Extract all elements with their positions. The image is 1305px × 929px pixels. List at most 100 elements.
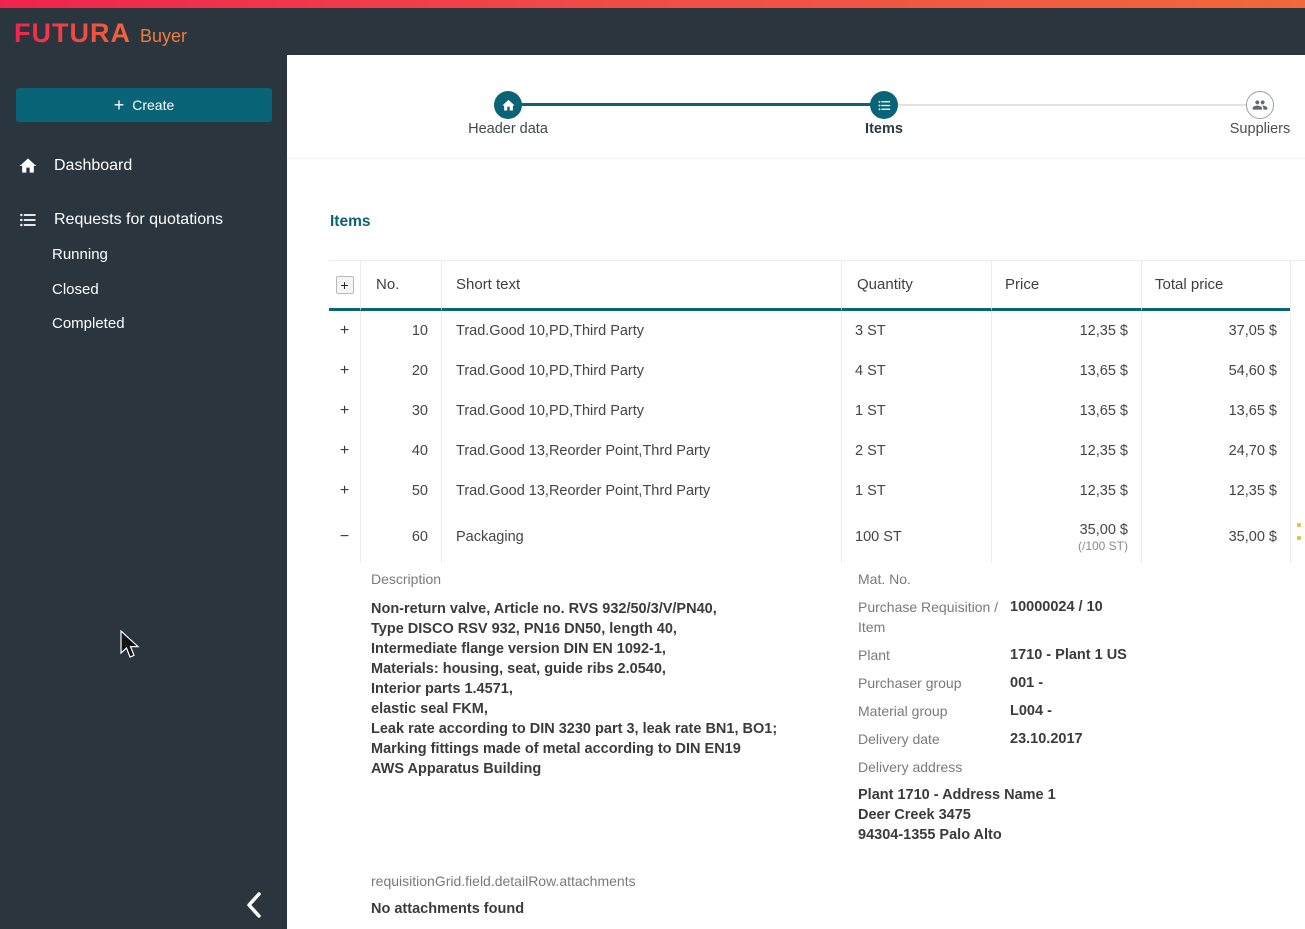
row-total-price: 12,35 $ xyxy=(1141,471,1290,511)
row-price-unit: (/100 ST) xyxy=(1077,538,1128,553)
step-items[interactable] xyxy=(870,91,898,119)
detail-fields-block: Mat. No. Purchase Requisition / Item 100… xyxy=(858,565,1298,845)
row-truncated-cell xyxy=(1290,391,1305,431)
expand-row-button[interactable]: + xyxy=(340,402,349,420)
app-logo: FUTURA Buyer xyxy=(14,18,187,49)
home-icon xyxy=(19,158,37,173)
expand-all-button[interactable]: + xyxy=(335,275,354,294)
table-row: + 50 Trad.Good 13,Reorder Point,Thrd Par… xyxy=(329,471,1305,511)
row-price: 13,65 $ xyxy=(991,351,1141,391)
plus-icon: + xyxy=(113,95,125,115)
table-row-expanded: − 60 Packaging 100 ST 35,00 $ (/100 ST) … xyxy=(329,511,1305,563)
field-delivery-address: Delivery address xyxy=(858,759,963,775)
main-content: Header data Items Suppliers Items + No. … xyxy=(287,55,1305,929)
row-quantity: 100 ST xyxy=(841,511,991,563)
step-label-suppliers: Suppliers xyxy=(1229,121,1291,137)
description-text: Non-return valve, Article no. RVS 932/50… xyxy=(371,601,778,777)
row-no: 40 xyxy=(360,431,441,471)
table-row: + 10 Trad.Good 10,PD,Third Party 3 ST 12… xyxy=(329,311,1305,351)
row-no: 30 xyxy=(360,391,441,431)
row-price-value: 35,00 $ xyxy=(1079,521,1128,538)
expand-row-button[interactable]: + xyxy=(340,362,349,380)
sidebar-item-dashboard[interactable]: Dashboard xyxy=(0,150,287,182)
sidebar-subitem-completed[interactable]: Completed xyxy=(52,309,125,337)
items-section-title: Items xyxy=(330,213,371,230)
field-delivery-date: Delivery date 23.10.2017 xyxy=(858,731,1083,747)
column-header-truncated xyxy=(1290,261,1305,311)
expand-row-button[interactable]: + xyxy=(340,482,349,500)
row-total-price: 54,60 $ xyxy=(1141,351,1290,391)
row-price: 12,35 $ xyxy=(991,431,1141,471)
collapse-sidebar-button[interactable] xyxy=(238,887,270,923)
row-quantity: 4 ST xyxy=(841,351,991,391)
step-header-data[interactable] xyxy=(494,91,522,119)
attachments-block: requisitionGrid.field.detailRow.attachme… xyxy=(371,867,636,919)
items-table: + No. Short text Quantity Price Total pr… xyxy=(329,260,1305,566)
collapse-row-button[interactable]: − xyxy=(340,528,349,546)
top-gradient-bar xyxy=(0,0,1305,8)
row-total-price: 35,00 $ xyxy=(1141,511,1290,563)
header-expander-cell: + xyxy=(329,261,360,311)
row-quantity: 3 ST xyxy=(841,311,991,351)
detail-description-block: Description Non-return valve, Article no… xyxy=(371,565,851,779)
row-price: 13,65 $ xyxy=(991,391,1141,431)
description-label: Description xyxy=(371,571,442,587)
sidebar: FUTURA Buyer + Create Dashboard Requests… xyxy=(0,8,287,929)
row-truncated-cell xyxy=(1290,311,1305,351)
stepper-connector-todo xyxy=(884,104,1260,106)
row-no: 10 xyxy=(360,311,441,351)
list-icon xyxy=(878,100,890,110)
column-header-total-price: Total price xyxy=(1141,261,1290,311)
row-quantity: 1 ST xyxy=(841,391,991,431)
field-purchase-requisition: Purchase Requisition / Item 10000024 / 1… xyxy=(858,599,1103,635)
table-row: + 40 Trad.Good 13,Reorder Point,Thrd Par… xyxy=(329,431,1305,471)
step-label-header-data: Header data xyxy=(468,121,548,137)
sidebar-subitem-closed[interactable]: Closed xyxy=(52,275,99,303)
field-mat-no: Mat. No. xyxy=(858,571,911,587)
column-header-short-text: Short text xyxy=(441,261,841,311)
row-quantity: 2 ST xyxy=(841,431,991,471)
home-icon xyxy=(501,99,515,110)
row-truncated-cell xyxy=(1290,431,1305,471)
step-suppliers[interactable] xyxy=(1246,91,1274,119)
list-icon xyxy=(20,213,36,227)
row-price: 35,00 $ (/100 ST) xyxy=(991,511,1141,563)
column-header-quantity: Quantity xyxy=(841,261,991,311)
sidebar-subitem-running[interactable]: Running xyxy=(52,240,108,268)
table-row: + 30 Trad.Good 10,PD,Third Party 1 ST 13… xyxy=(329,391,1305,431)
sidebar-item-label: Requests for quotations xyxy=(54,211,223,228)
step-label-items: Items xyxy=(865,121,903,137)
create-button[interactable]: + Create xyxy=(16,88,272,122)
column-header-price: Price xyxy=(991,261,1141,311)
people-icon xyxy=(1252,100,1268,110)
row-truncated-cell xyxy=(1290,471,1305,511)
delivery-address-text: Plant 1710 - Address Name 1 Deer Creek 3… xyxy=(858,787,1056,843)
row-truncated-cell xyxy=(1290,351,1305,391)
row-price: 12,35 $ xyxy=(991,471,1141,511)
brand-name: FUTURA xyxy=(14,18,131,48)
brand-product: Buyer xyxy=(139,26,188,46)
expand-row-button[interactable]: + xyxy=(340,322,349,340)
row-short-text: Trad.Good 13,Reorder Point,Thrd Party xyxy=(441,431,841,471)
row-no: 50 xyxy=(360,471,441,511)
table-row: + 20 Trad.Good 10,PD,Third Party 4 ST 13… xyxy=(329,351,1305,391)
row-short-text: Trad.Good 13,Reorder Point,Thrd Party xyxy=(441,471,841,511)
chevron-left-icon xyxy=(247,892,261,918)
row-total-price: 24,70 $ xyxy=(1141,431,1290,471)
row-short-text: Trad.Good 10,PD,Third Party xyxy=(441,351,841,391)
row-short-text: Trad.Good 10,PD,Third Party xyxy=(441,391,841,431)
stepper-divider xyxy=(287,158,1305,159)
sidebar-item-label: Dashboard xyxy=(54,157,133,174)
row-short-text: Trad.Good 10,PD,Third Party xyxy=(441,311,841,351)
expand-row-button[interactable]: + xyxy=(340,442,349,460)
field-plant: Plant 1710 - Plant 1 US xyxy=(858,647,1127,663)
create-button-label: Create xyxy=(132,97,175,113)
row-short-text: Packaging xyxy=(441,511,841,563)
attachments-empty-message: No attachments found xyxy=(371,901,525,917)
row-price: 12,35 $ xyxy=(991,311,1141,351)
row-no: 60 xyxy=(360,511,441,563)
sidebar-item-requests-for-quotations[interactable]: Requests for quotations xyxy=(0,204,287,236)
row-no: 20 xyxy=(360,351,441,391)
stepper-connector-done xyxy=(508,103,884,106)
truncated-action-icon[interactable] xyxy=(1297,523,1303,545)
